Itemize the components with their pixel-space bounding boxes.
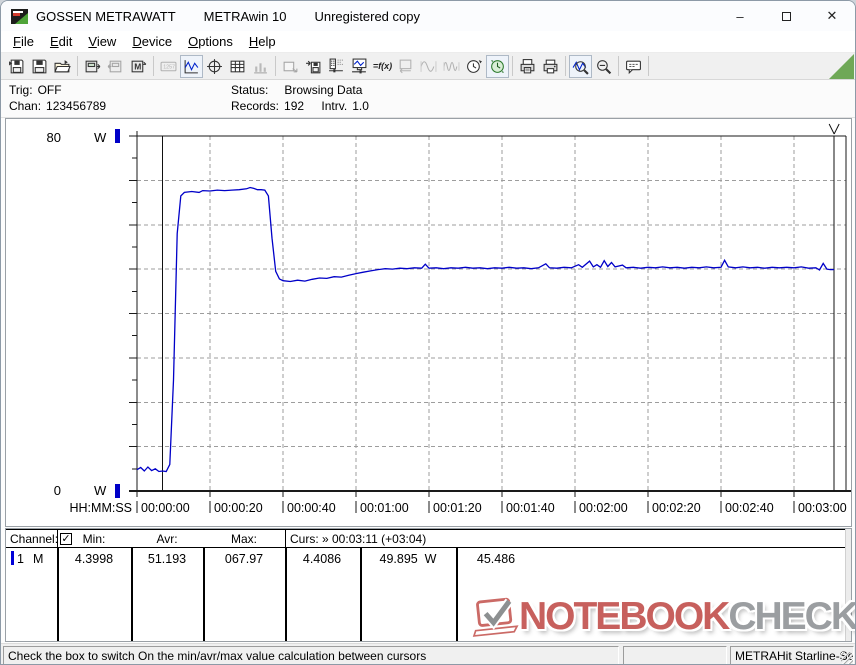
title-app-name: METRAwin 10 bbox=[203, 8, 287, 24]
analog-wave-button[interactable] bbox=[417, 55, 440, 78]
menu-help[interactable]: Help bbox=[241, 32, 284, 51]
cursor-header: Curs: » 00:03:11 (+03:04) bbox=[290, 532, 427, 546]
svg-text:00:01:00: 00:01:00 bbox=[360, 501, 409, 515]
resize-grip[interactable] bbox=[841, 652, 853, 664]
table-scrollbar[interactable] bbox=[845, 529, 851, 641]
channel-list-button[interactable] bbox=[325, 55, 348, 78]
maximize-icon bbox=[781, 11, 791, 21]
title-license: Unregistered copy bbox=[314, 8, 420, 24]
channel-mode: M bbox=[33, 552, 44, 566]
print-preview-button[interactable] bbox=[516, 55, 539, 78]
cursor-crosshair-button[interactable] bbox=[203, 55, 226, 78]
toolbar: M 1257 =f(x) bbox=[1, 53, 855, 80]
window-export-button[interactable] bbox=[279, 55, 302, 78]
histogram-view-button[interactable] bbox=[249, 55, 272, 78]
trig-value: OFF bbox=[37, 83, 62, 97]
interval-value: 1.0 bbox=[352, 99, 369, 113]
title-vendor: GOSSEN METRAWATT bbox=[36, 8, 176, 24]
monitor-view-button[interactable] bbox=[348, 55, 371, 78]
open-file-button[interactable] bbox=[5, 55, 28, 78]
time-base-button[interactable] bbox=[463, 55, 486, 78]
interval-label: Intrv. bbox=[321, 99, 348, 113]
device-write-button[interactable] bbox=[104, 55, 127, 78]
trend-view-button[interactable] bbox=[180, 54, 203, 78]
svg-text:00:03:00: 00:03:00 bbox=[798, 501, 847, 515]
cursor2-value: 49.895 W bbox=[379, 552, 437, 566]
avr-value: 51.193 bbox=[147, 552, 187, 566]
status-bar: Check the box to switch On the min/avr/m… bbox=[1, 643, 855, 664]
formula-button[interactable]: =f(x) bbox=[371, 55, 394, 78]
records-value: 192 bbox=[284, 99, 305, 113]
max-value: 067.97 bbox=[224, 552, 264, 566]
svg-text:00:01:20: 00:01:20 bbox=[433, 501, 482, 515]
minmax-checkbox[interactable]: ✓ bbox=[60, 533, 72, 545]
status-value: Browsing Data bbox=[284, 83, 363, 97]
svg-text:00:02:00: 00:02:00 bbox=[579, 501, 628, 515]
app-window: GOSSEN METRAWATT METRAwin 10 Unregistere… bbox=[0, 0, 856, 665]
menu-options[interactable]: Options bbox=[180, 32, 241, 51]
svg-text:00:00:20: 00:00:20 bbox=[214, 501, 263, 515]
svg-text:1257: 1257 bbox=[163, 64, 175, 70]
statusbar-empty-panel bbox=[623, 646, 727, 664]
live-record-button[interactable] bbox=[486, 54, 509, 78]
svg-text:00:00:40: 00:00:40 bbox=[287, 501, 336, 515]
svg-text:80: 80 bbox=[47, 130, 61, 145]
cursor-diff-value: 45.486 bbox=[476, 552, 516, 566]
svg-text:W: W bbox=[94, 483, 107, 498]
device-read-button[interactable] bbox=[81, 55, 104, 78]
menu-edit[interactable]: Edit bbox=[42, 32, 80, 51]
device-memory-button[interactable]: M bbox=[127, 55, 150, 78]
store-to-disk-button[interactable] bbox=[302, 55, 325, 78]
status-label: Status: bbox=[231, 83, 269, 97]
chan-value: 123456789 bbox=[46, 99, 107, 113]
cursor-table: Channel: ✓ Min: Avr: Max: Curs: » 00:03:… bbox=[5, 528, 852, 642]
svg-text:0: 0 bbox=[54, 483, 61, 498]
chart-plot-area[interactable]: 00:00:00 00:00:20 00:00:40 00:01:00 00:01:20… bbox=[6, 119, 851, 526]
svg-text:00:01:40: 00:01:40 bbox=[506, 501, 555, 515]
chart-panel: 00:00:00 00:00:20 00:00:40 00:01:00 00:01:20… bbox=[5, 118, 852, 527]
table-view-button[interactable] bbox=[226, 55, 249, 78]
dense-wave-button[interactable] bbox=[440, 55, 463, 78]
gmc-corner-logo bbox=[829, 54, 854, 79]
min-header: Min: bbox=[82, 532, 106, 546]
maximize-button[interactable] bbox=[763, 1, 809, 31]
svg-text:00:00:00: 00:00:00 bbox=[141, 501, 190, 515]
svg-text:W: W bbox=[94, 130, 107, 145]
svg-text:HH:MM:SS: HH:MM:SS bbox=[70, 501, 133, 515]
svg-text:00:02:40: 00:02:40 bbox=[725, 501, 774, 515]
minimize-button[interactable]: – bbox=[717, 1, 763, 31]
svg-text:00:02:20: 00:02:20 bbox=[652, 501, 701, 515]
title-bar: GOSSEN METRAWATT METRAwin 10 Unregistere… bbox=[1, 1, 855, 31]
channel-header: Channel: bbox=[10, 532, 59, 546]
app-icon bbox=[11, 8, 28, 24]
avr-header: Avr: bbox=[156, 532, 178, 546]
menu-bar: File Edit View Device Options Help bbox=[1, 31, 855, 53]
trig-label: Trig: bbox=[9, 83, 33, 97]
svg-text:M: M bbox=[134, 61, 141, 71]
channel-color-marker bbox=[11, 551, 14, 565]
statusbar-message: Check the box to switch On the min/avr/m… bbox=[3, 646, 619, 664]
menu-view[interactable]: View bbox=[80, 32, 124, 51]
statusbar-device: METRAHit Starline-Seri bbox=[730, 646, 854, 664]
max-header: Max: bbox=[230, 532, 258, 546]
save-file-button[interactable] bbox=[28, 55, 51, 78]
zoom-out-button[interactable] bbox=[592, 55, 615, 78]
min-value: 4.3998 bbox=[74, 552, 114, 566]
menu-file[interactable]: File bbox=[5, 32, 42, 51]
channel-number: 1 bbox=[17, 552, 24, 566]
cursor-table-header: Channel: ✓ Min: Avr: Max: Curs: » 00:03:… bbox=[6, 529, 851, 549]
device-transfer-button[interactable] bbox=[394, 55, 417, 78]
chan-label: Chan: bbox=[9, 99, 42, 113]
lcd-display-button[interactable]: 1257 bbox=[157, 55, 180, 78]
device-status-strip: Trig: OFF Chan: 123456789 Status: Browsing … bbox=[1, 80, 855, 118]
annotation-button[interactable] bbox=[622, 55, 645, 78]
print-button[interactable] bbox=[539, 55, 562, 78]
cursor1-value: 4.4086 bbox=[302, 552, 342, 566]
records-label: Records: bbox=[231, 99, 280, 113]
close-button[interactable]: ✕ bbox=[809, 1, 855, 31]
formula-icon: =f(x) bbox=[372, 61, 393, 71]
zoom-curve-button[interactable] bbox=[569, 54, 592, 78]
menu-device[interactable]: Device bbox=[124, 32, 180, 51]
file-manager-button[interactable] bbox=[51, 55, 74, 78]
